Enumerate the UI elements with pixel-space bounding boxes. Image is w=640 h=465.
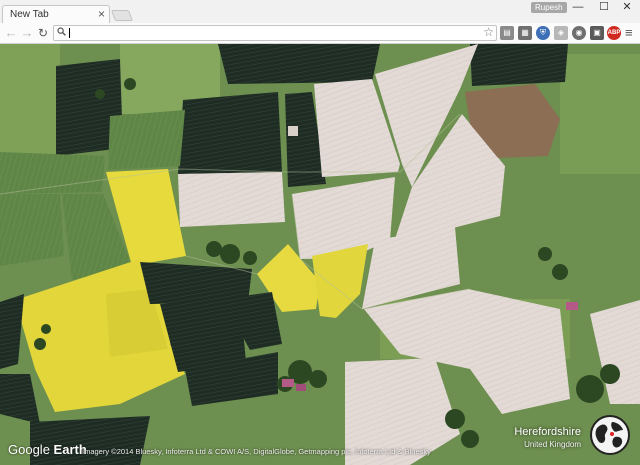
browser-toolbar: ← → ↻ ☆ ▤ ▦ ⛨ ◈ ◉ ▣ ABP ≡ — [0, 23, 640, 44]
title-bar: New Tab × Rupesh — ☐ ✕ — [0, 0, 640, 24]
adblock-icon[interactable]: ABP — [607, 26, 621, 40]
window-extension-icon[interactable]: ▣ — [590, 26, 604, 40]
search-icon — [57, 27, 66, 39]
tab-title: New Tab — [10, 9, 49, 20]
forward-button[interactable]: → — [20, 25, 34, 41]
tab-new-tab[interactable]: New Tab × — [2, 5, 110, 24]
imagery-attribution: Imagery ©2014 Bluesky, Infoterra Ltd & C… — [82, 447, 431, 456]
profile-button[interactable]: Rupesh — [531, 2, 567, 13]
new-tab-button[interactable] — [110, 10, 134, 21]
field-dark-top — [218, 44, 380, 84]
place-name[interactable]: Herefordshire — [514, 426, 581, 438]
photos-icon[interactable]: ▦ — [518, 26, 532, 40]
back-button[interactable]: ← — [4, 25, 18, 41]
field-dark-center — [178, 92, 282, 174]
reload-button[interactable]: ↻ — [36, 25, 50, 41]
menu-icon[interactable]: ≡ — [625, 25, 633, 41]
camera-extension-icon[interactable]: ◉ — [572, 26, 586, 40]
shield-extension-icon[interactable]: ⛨ — [536, 26, 550, 40]
close-window-button[interactable]: ✕ — [614, 0, 640, 14]
address-bar[interactable]: ☆ — [53, 25, 497, 41]
field-dark-top-right — [470, 44, 568, 86]
field-green-2 — [0, 152, 105, 194]
earth-view-map[interactable]: Google Earth Imagery ©2014 Bluesky, Info… — [0, 44, 640, 465]
text-cursor — [69, 28, 70, 38]
aerial-imagery — [0, 44, 640, 465]
field-green-1 — [108, 110, 185, 170]
vpn-extension-icon[interactable]: ◈ — [554, 26, 568, 40]
place-country[interactable]: United Kingdom — [524, 440, 581, 449]
docs-icon[interactable]: ▤ — [500, 26, 514, 40]
google-earth-logo: Google Earth — [8, 442, 87, 457]
globe-icon[interactable] — [589, 414, 631, 456]
bookmark-star-icon[interactable]: ☆ — [483, 25, 494, 39]
minimize-button[interactable]: — — [565, 0, 591, 14]
field-pale-4 — [178, 172, 285, 227]
tab-close-icon[interactable]: × — [98, 7, 105, 21]
